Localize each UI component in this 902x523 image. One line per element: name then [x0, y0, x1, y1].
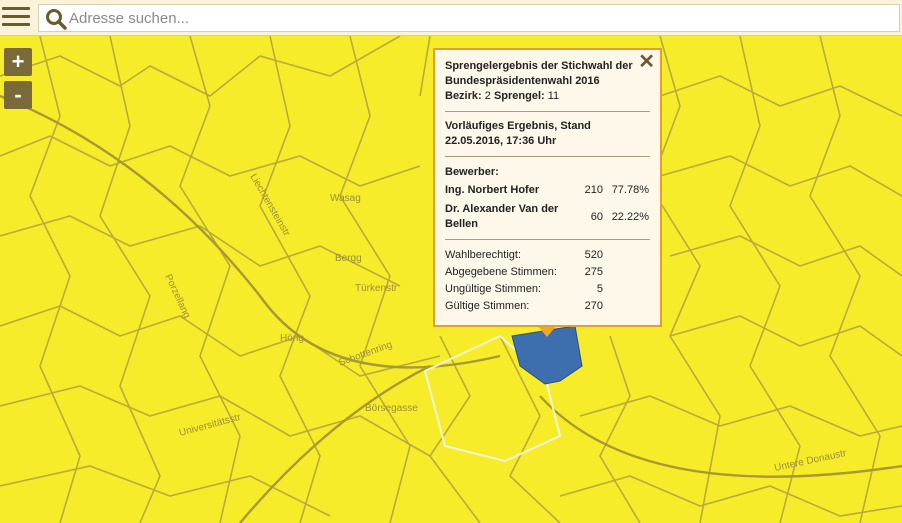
divider	[445, 156, 650, 157]
stat-row: Gültige Stimmen: 270	[445, 298, 650, 315]
candidates-heading: Bewerber:	[445, 166, 499, 178]
hamburger-menu-icon[interactable]	[0, 4, 32, 32]
stat-label: Abgegebene Stimmen:	[445, 266, 557, 278]
sprengel-value: 11	[547, 90, 560, 102]
stat-row: Wahlberechtigt: 520	[445, 247, 650, 264]
candidate-percent: 22.22%	[611, 210, 649, 223]
search-icon[interactable]	[45, 8, 67, 30]
bezirk-value: 2	[484, 90, 491, 102]
map-street-label: Wasag	[330, 193, 361, 204]
zoom-out-button[interactable]: -	[4, 81, 32, 109]
candidate-name: Dr. Alexander Van der Bellen	[445, 203, 559, 230]
map-street-label: Börsegasse	[365, 403, 418, 414]
close-icon[interactable]: ✕	[638, 51, 655, 73]
map-street-label: Hörlg	[280, 333, 304, 344]
stat-value: 270	[584, 300, 603, 312]
stat-value: 520	[584, 249, 603, 261]
divider	[445, 239, 650, 240]
zoom-in-button[interactable]: +	[4, 48, 32, 76]
candidate-percent: 77.78%	[611, 184, 649, 196]
stat-label: Wahlberechtigt:	[445, 249, 522, 261]
stat-value: 275	[584, 266, 603, 278]
result-popup: ✕ Sprengelergebnis der Stichwahl der Bun…	[433, 48, 662, 327]
candidate-votes: 60	[590, 210, 603, 223]
candidate-row: Ing. Norbert Hofer 210 77.78%	[445, 183, 650, 198]
stat-row: Abgegebene Stimmen: 275	[445, 264, 650, 281]
candidate-row: Dr. Alexander Van der Bellen 60 22.22%	[445, 202, 650, 232]
result-status: Vorläufiges Ergebnis, Stand 22.05.2016, …	[445, 120, 591, 147]
sprengel-label: Sprengel:	[493, 90, 545, 102]
district-info: Bezirk: 2 Sprengel: 11	[445, 89, 650, 104]
map-street-label: Türkenstr	[355, 283, 398, 294]
search-bar	[38, 4, 900, 32]
top-bar	[0, 0, 902, 36]
popup-title: Sprengelergebnis der Stichwahl der Bunde…	[445, 60, 633, 87]
stat-row: Ungültige Stimmen: 5	[445, 281, 650, 298]
candidate-name: Ing. Norbert Hofer	[445, 184, 540, 196]
map-street-label: Bergg	[335, 253, 362, 264]
candidate-votes: 210	[584, 184, 603, 196]
stat-label: Ungültige Stimmen:	[445, 283, 541, 295]
search-input[interactable]	[69, 7, 889, 29]
divider	[445, 111, 650, 112]
stat-value: 5	[596, 283, 603, 295]
bezirk-label: Bezirk:	[445, 90, 482, 102]
stat-label: Gültige Stimmen:	[445, 300, 530, 312]
